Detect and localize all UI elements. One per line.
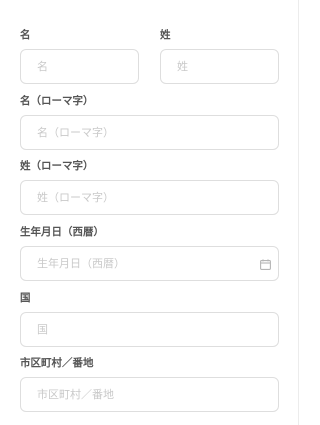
- city-address-input[interactable]: [21, 378, 278, 411]
- first-name-roman-input[interactable]: [21, 116, 278, 149]
- first-name-field-box: [20, 49, 139, 84]
- last-name-field-box: [160, 49, 279, 84]
- registration-form: 名 姓 名（ローマ字） 姓（ローマ字） 生年月日（西暦） 国 市区町村／番地: [0, 0, 299, 425]
- first-name-roman-label: 名（ローマ字）: [20, 95, 94, 107]
- city-address-field-box: [20, 377, 279, 412]
- birthdate-label: 生年月日（西暦）: [20, 226, 104, 238]
- first-name-label: 名: [20, 29, 31, 41]
- last-name-roman-field-box: [20, 180, 279, 215]
- first-name-roman-field-box: [20, 115, 279, 150]
- last-name-roman-input[interactable]: [21, 181, 278, 214]
- calendar-icon[interactable]: [260, 259, 271, 270]
- last-name-roman-label: 姓（ローマ字）: [20, 160, 94, 172]
- birthdate-input[interactable]: [21, 247, 278, 280]
- birthdate-field-box: [20, 246, 279, 281]
- last-name-label: 姓: [160, 29, 171, 41]
- last-name-input[interactable]: [161, 50, 278, 83]
- country-label: 国: [20, 292, 31, 304]
- country-field-box: [20, 312, 279, 347]
- first-name-input[interactable]: [21, 50, 138, 83]
- country-input[interactable]: [21, 313, 278, 346]
- city-address-label: 市区町村／番地: [20, 357, 94, 369]
